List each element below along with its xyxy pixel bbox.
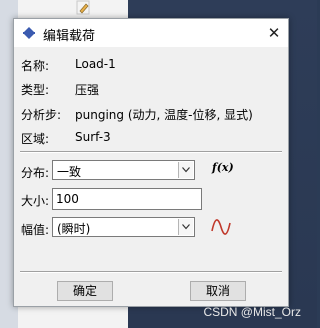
watermark: CSDN @Mist_Orz [203, 305, 301, 319]
dialog-title-icon [23, 27, 35, 39]
info-value: 压强 [75, 83, 100, 97]
info-value: Surf-3 [75, 130, 111, 144]
cancel-button[interactable]: 取消 [190, 281, 246, 301]
info-row-type: 类型: 压强 [21, 81, 99, 98]
separator [20, 151, 282, 153]
separator [20, 271, 282, 273]
info-row-region: 区域: Surf-3 [21, 130, 111, 147]
info-value: punging (动力, 温度-位移, 显式) [75, 108, 253, 122]
amplitude-label: 幅值: [21, 223, 50, 237]
amplitude-select[interactable]: (瞬时) [52, 217, 195, 237]
magnitude-label: 大小: [21, 194, 50, 208]
dropdown-arrow-icon[interactable] [178, 219, 193, 235]
magnitude-input[interactable] [52, 188, 202, 210]
fx-icon[interactable]: f(x) [212, 161, 234, 174]
distribution-label: 分布: [21, 166, 50, 180]
ok-button[interactable]: 确定 [57, 281, 113, 301]
info-label: 区域: [21, 132, 50, 146]
info-row-step: 分析步: punging (动力, 温度-位移, 显式) [21, 106, 253, 123]
distribution-value: 一致 [57, 165, 82, 179]
edit-load-dialog: 编辑载荷 ✕ 名称: Load-1 类型: 压强 分析步: punging (动… [13, 18, 289, 307]
amplitude-value: (瞬时) [57, 222, 91, 236]
info-row-name: 名称: Load-1 [21, 57, 116, 74]
distribution-select[interactable]: 一致 [52, 160, 195, 180]
dialog-titlebar[interactable]: 编辑载荷 ✕ [14, 19, 288, 47]
info-value: Load-1 [75, 57, 116, 71]
close-icon[interactable]: ✕ [260, 19, 288, 47]
info-label: 类型: [21, 83, 50, 97]
amplitude-wave-icon[interactable] [211, 219, 231, 235]
info-label: 名称: [21, 59, 50, 73]
info-label: 分析步: [21, 108, 62, 122]
pencil-icon[interactable] [74, 0, 92, 16]
dialog-title: 编辑载荷 [43, 29, 96, 44]
dropdown-arrow-icon[interactable] [178, 162, 193, 178]
